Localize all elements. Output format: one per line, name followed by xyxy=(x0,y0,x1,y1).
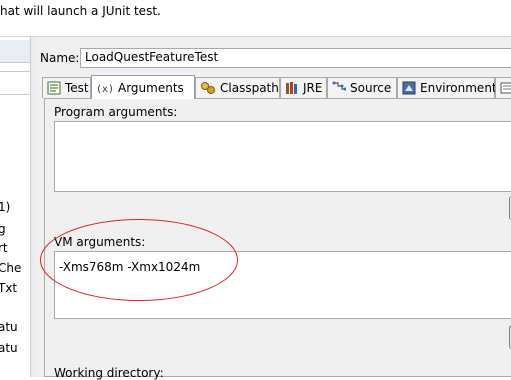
vm-arguments-label: VM arguments: xyxy=(54,235,146,249)
header-description: hat will launch a JUnit test. xyxy=(0,4,161,18)
working-directory-label: Working directory: xyxy=(54,366,164,380)
tab-environment[interactable]: Environment xyxy=(397,77,497,98)
tree-toolbar xyxy=(0,40,30,63)
tab-label: Environment xyxy=(420,81,497,95)
tab-label: JRE xyxy=(303,81,323,95)
common-icon xyxy=(500,81,511,95)
tab-classpath[interactable]: Classpath xyxy=(195,77,280,98)
vm-arguments-value: -Xms768m -Xmx1024m xyxy=(59,260,201,274)
config-name-field[interactable]: LoadQuestFeatureTest xyxy=(80,48,511,68)
tab-label: Classpath xyxy=(220,81,279,95)
tree-separator xyxy=(0,94,30,95)
program-arguments-label: Program arguments: xyxy=(54,105,178,119)
tab-label: Arguments xyxy=(118,80,184,95)
tree-item[interactable]: g xyxy=(0,222,6,236)
tree-filter-field[interactable] xyxy=(0,71,30,72)
environment-icon xyxy=(402,81,416,95)
tree-item[interactable]: atu xyxy=(0,320,18,334)
tree-item[interactable]: atu xyxy=(0,341,18,355)
tree-item[interactable]: Che xyxy=(0,261,21,275)
dialog-header: hat will launch a JUnit test. xyxy=(0,0,511,37)
tree-item[interactable]: rt xyxy=(0,241,8,255)
tab-source[interactable]: Source xyxy=(327,77,397,98)
tab-jre[interactable]: JRE xyxy=(280,77,327,98)
arguments-icon: (x)= xyxy=(96,82,114,94)
tree-item[interactable]: 1) xyxy=(0,200,10,214)
name-label: Name: xyxy=(40,51,80,65)
program-arguments-field[interactable] xyxy=(54,121,511,192)
classpath-icon xyxy=(200,81,216,95)
junit-test-icon xyxy=(47,81,61,95)
tab-common[interactable] xyxy=(495,77,511,98)
tab-test[interactable]: Test xyxy=(42,77,91,98)
svg-text:(x)=: (x)= xyxy=(96,84,114,94)
jre-icon xyxy=(285,81,299,95)
tab-label: Test xyxy=(65,81,89,95)
tree-item[interactable]: Txt xyxy=(0,281,17,295)
config-name-value: LoadQuestFeatureTest xyxy=(85,50,219,64)
source-icon xyxy=(332,81,346,95)
tab-arguments[interactable]: (x)= Arguments xyxy=(91,75,195,99)
tab-label: Source xyxy=(350,81,392,95)
